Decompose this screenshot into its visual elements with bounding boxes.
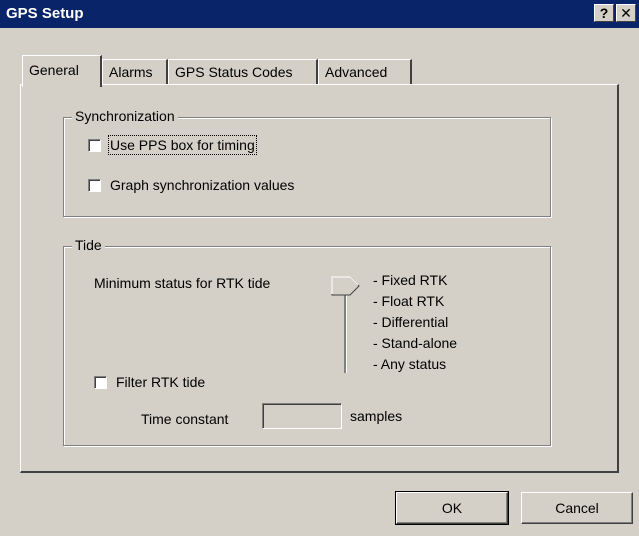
rtk-status-slider-thumb[interactable] — [331, 276, 361, 296]
use-pps-checkbox[interactable] — [88, 138, 101, 152]
use-pps-label: Use PPS box for timing — [108, 135, 257, 155]
ok-button[interactable]: OK — [395, 491, 509, 525]
min-status-label: Minimum status for RTK tide — [94, 275, 271, 291]
synchronization-group: Synchronization — [63, 108, 551, 217]
rtk-level-float: - Float RTK — [373, 293, 445, 309]
close-icon: ✕ — [620, 5, 632, 21]
synchronization-legend: Synchronization — [72, 108, 178, 124]
samples-label: samples — [350, 408, 403, 424]
close-button[interactable]: ✕ — [616, 4, 636, 22]
rtk-level-list: - Fixed RTK - Float RTK - Differential -… — [373, 270, 457, 375]
graph-sync-label: Graph synchronization values — [110, 177, 295, 193]
help-button[interactable]: ? — [594, 4, 614, 22]
tab-alarms[interactable]: Alarms — [102, 59, 168, 85]
cancel-button[interactable]: Cancel — [521, 492, 633, 524]
time-constant-label: Time constant — [141, 411, 229, 427]
use-pps-checkbox-row[interactable]: Use PPS box for timing — [88, 135, 257, 155]
rtk-level-fixed: - Fixed RTK — [373, 272, 448, 288]
rtk-level-differential: - Differential — [373, 314, 449, 330]
graph-sync-checkbox[interactable] — [88, 178, 101, 192]
tab-gps-status-codes[interactable]: GPS Status Codes — [168, 59, 318, 85]
rtk-status-slider-track[interactable] — [344, 285, 347, 373]
rtk-level-standalone: - Stand-alone — [373, 335, 458, 351]
filter-rtk-label: Filter RTK tide — [116, 374, 206, 390]
tab-advanced[interactable]: Advanced — [318, 59, 412, 85]
title-bar: GPS Setup ? ✕ — [0, 0, 639, 28]
filter-rtk-checkbox-row[interactable]: Filter RTK tide — [94, 374, 205, 390]
tab-general[interactable]: General — [22, 55, 102, 87]
filter-rtk-checkbox[interactable] — [94, 375, 107, 389]
rtk-level-any: - Any status — [373, 356, 447, 372]
window-title: GPS Setup — [6, 5, 84, 22]
tide-legend: Tide — [72, 237, 105, 253]
graph-sync-checkbox-row[interactable]: Graph synchronization values — [88, 177, 294, 193]
time-constant-input[interactable] — [262, 403, 342, 429]
